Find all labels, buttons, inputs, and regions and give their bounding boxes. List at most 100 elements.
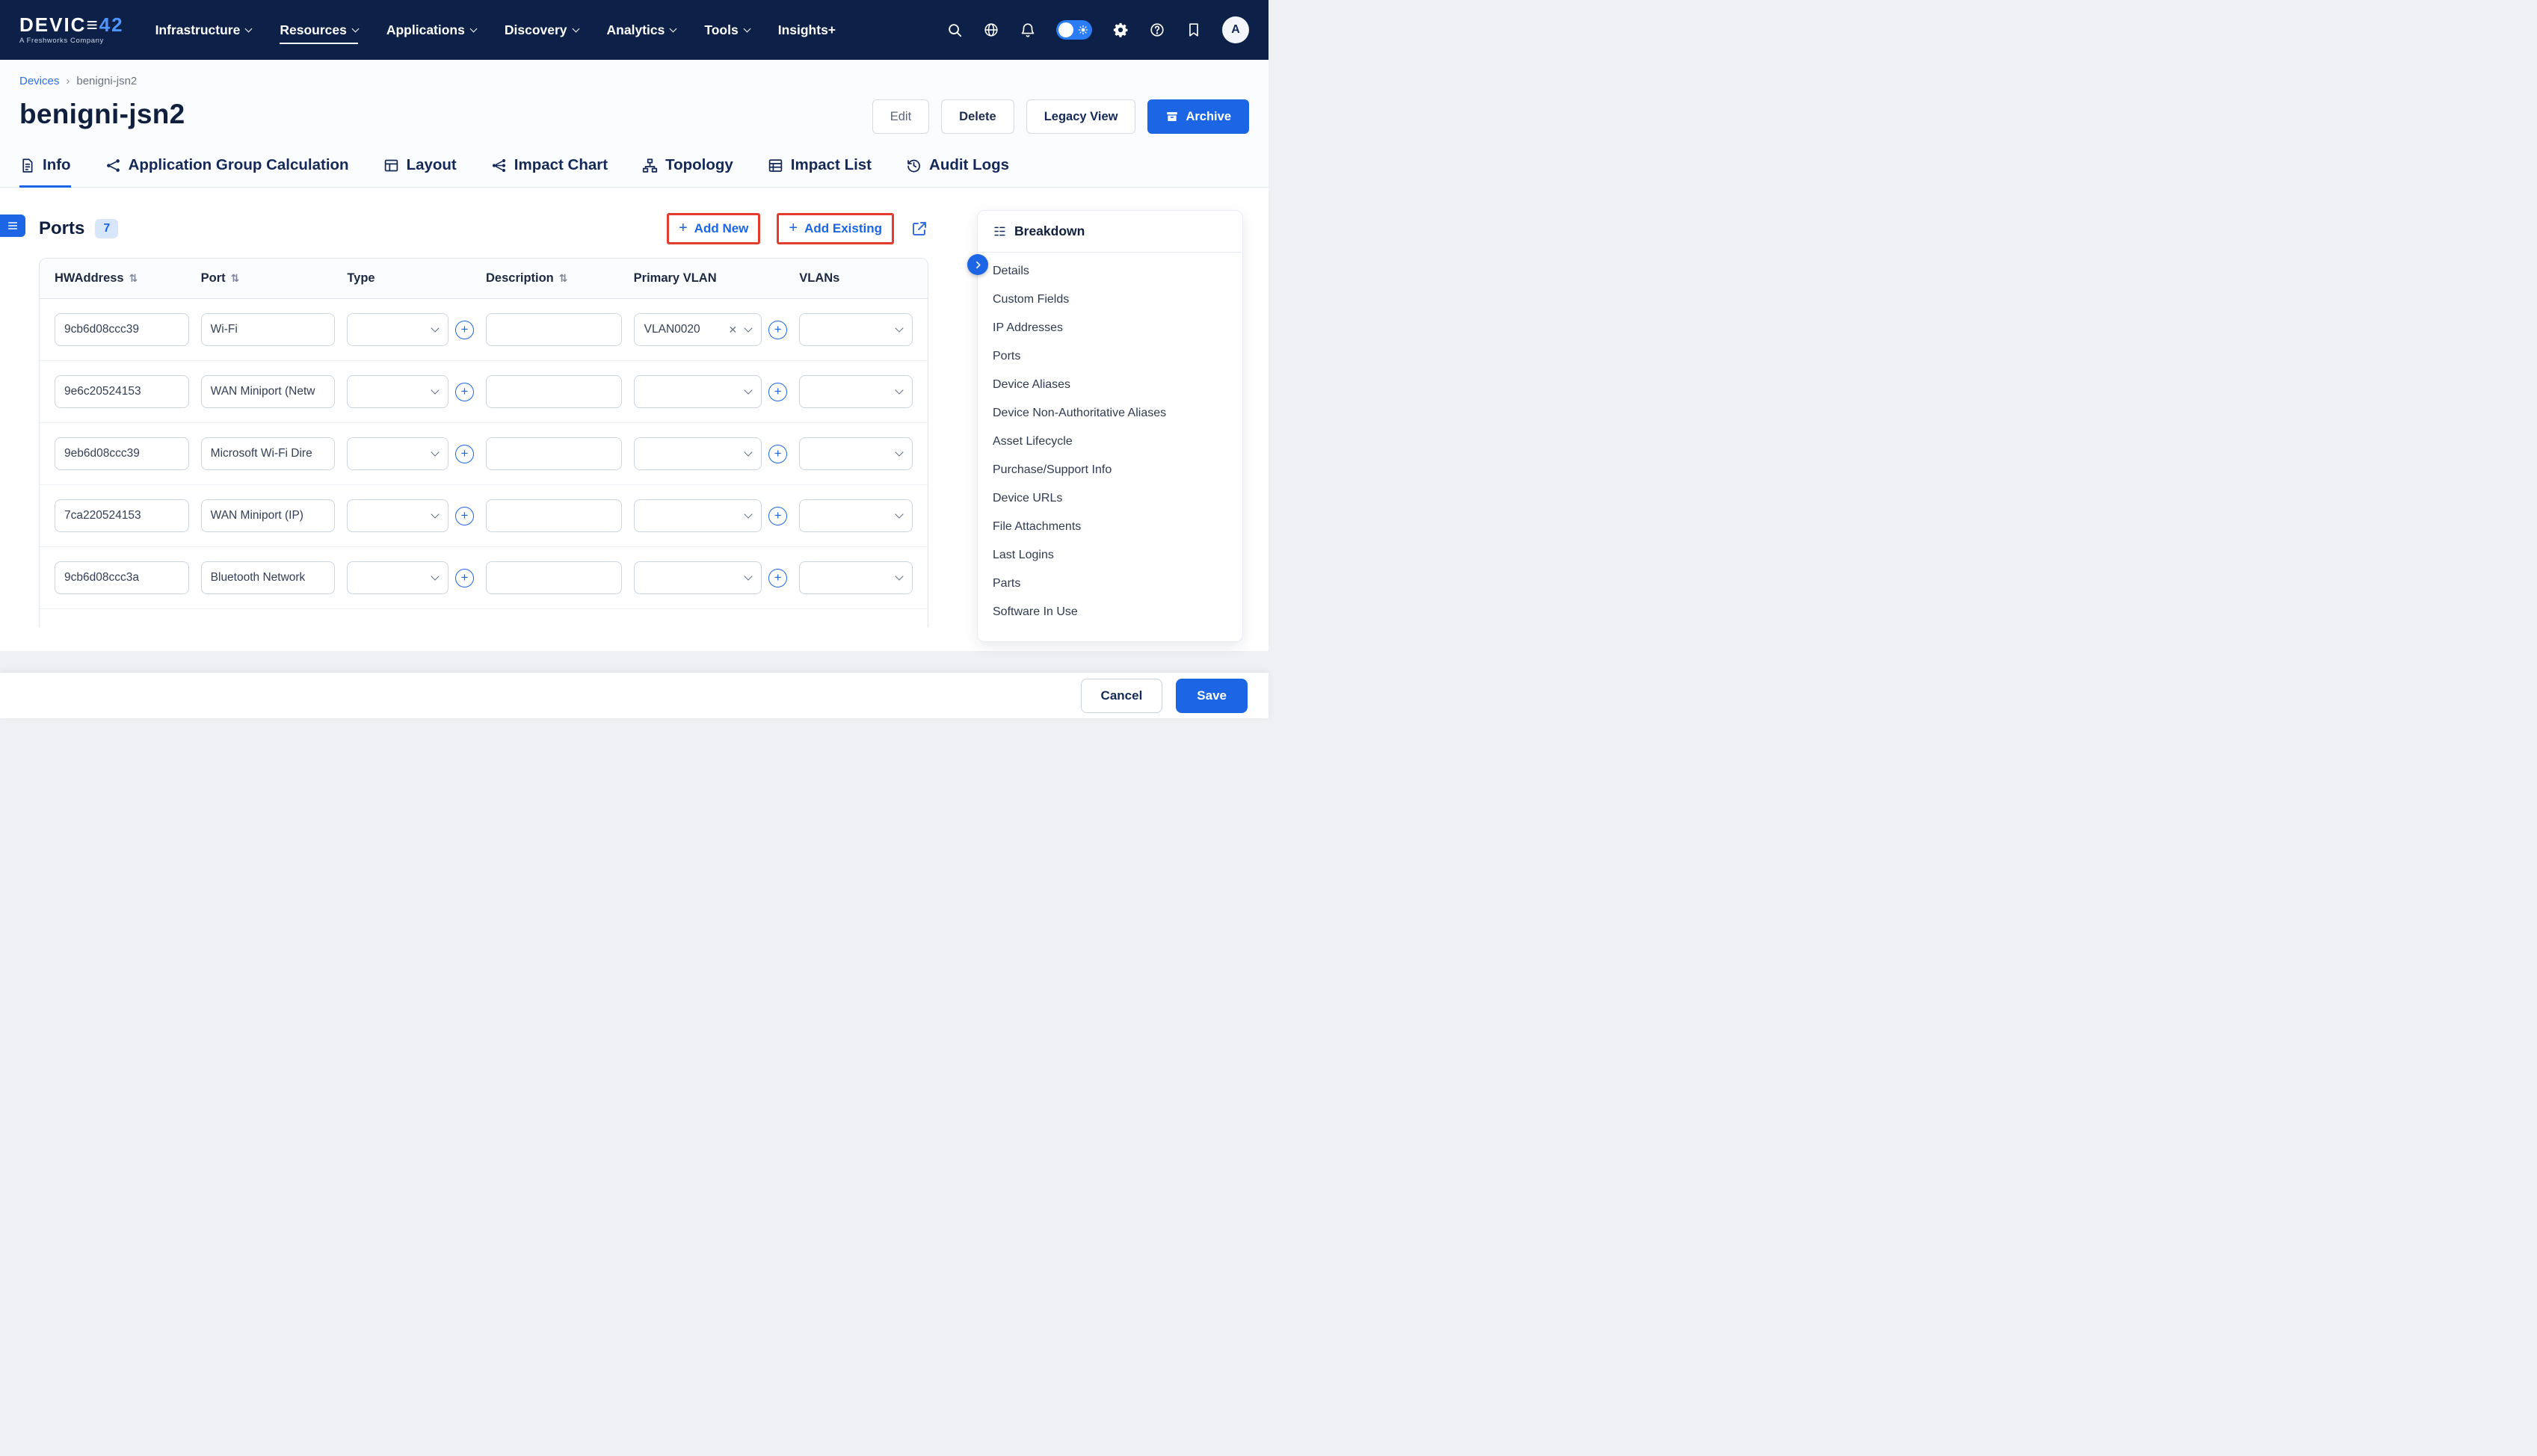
add-type-button[interactable]: + xyxy=(455,445,474,463)
description-input[interactable] xyxy=(486,499,622,532)
add-type-button[interactable]: + xyxy=(455,507,474,525)
type-select[interactable] xyxy=(347,561,448,594)
nav-item-applications[interactable]: Applications xyxy=(386,22,476,44)
column-header-port[interactable]: Port⇅ xyxy=(201,271,336,286)
description-input[interactable] xyxy=(486,375,622,408)
tab-audit-logs[interactable]: Audit Logs xyxy=(906,156,1009,187)
add-vlan-button[interactable]: + xyxy=(768,507,787,525)
legacy-view-button[interactable]: Legacy View xyxy=(1026,99,1136,134)
chevron-down-icon xyxy=(745,324,753,332)
bell-icon[interactable] xyxy=(1020,22,1036,38)
logo-subtitle: A Freshworks Company xyxy=(19,37,124,45)
add-vlan-button[interactable]: + xyxy=(768,321,787,339)
description-input[interactable] xyxy=(486,437,622,470)
main-content: Ports 7 + Add New + Add Existing xyxy=(0,188,1268,651)
tab-info[interactable]: Info xyxy=(19,156,71,187)
vlans-select[interactable] xyxy=(799,313,913,346)
avatar[interactable]: A xyxy=(1222,16,1249,43)
breadcrumb-devices-link[interactable]: Devices xyxy=(19,75,59,87)
add-vlan-button[interactable]: + xyxy=(768,569,787,587)
search-icon[interactable] xyxy=(946,22,963,38)
bookmark-icon[interactable] xyxy=(1186,22,1202,38)
primary-vlan-select[interactable]: VLAN0020✕ xyxy=(634,313,762,346)
help-icon[interactable] xyxy=(1149,22,1165,38)
add-vlan-button[interactable]: + xyxy=(768,445,787,463)
cancel-button[interactable]: Cancel xyxy=(1081,679,1163,713)
column-header-description[interactable]: Description⇅ xyxy=(486,271,622,286)
port-input[interactable] xyxy=(201,561,336,594)
type-select[interactable] xyxy=(347,313,448,346)
breakdown-collapse-button[interactable] xyxy=(967,254,988,275)
external-link-icon[interactable] xyxy=(910,220,928,238)
breakdown-item-purchase-support-info[interactable]: Purchase/Support Info xyxy=(978,456,1242,484)
nav-item-tools[interactable]: Tools xyxy=(704,22,749,44)
hwaddress-input[interactable] xyxy=(55,561,189,594)
breakdown-item-custom-fields[interactable]: Custom Fields xyxy=(978,286,1242,314)
breakdown-item-last-logins[interactable]: Last Logins xyxy=(978,541,1242,570)
breakdown-item-ports[interactable]: Ports xyxy=(978,342,1242,371)
port-input[interactable] xyxy=(201,375,336,408)
nav-item-discovery[interactable]: Discovery xyxy=(505,22,579,44)
description-input[interactable] xyxy=(486,561,622,594)
breakdown-item-file-attachments[interactable]: File Attachments xyxy=(978,513,1242,541)
delete-button[interactable]: Delete xyxy=(941,99,1014,134)
breakdown-item-device-aliases[interactable]: Device Aliases xyxy=(978,371,1242,399)
primary-vlan-select[interactable] xyxy=(634,499,762,532)
type-cell: + xyxy=(347,561,474,594)
tab-impact-chart[interactable]: Impact Chart xyxy=(491,156,608,187)
port-input[interactable] xyxy=(201,313,336,346)
gear-icon[interactable] xyxy=(1112,22,1129,38)
add-type-button[interactable]: + xyxy=(455,569,474,587)
hwaddress-input[interactable] xyxy=(55,313,189,346)
side-panel-toggle[interactable] xyxy=(0,215,25,237)
nav-item-infrastructure[interactable]: Infrastructure xyxy=(155,22,252,44)
vlans-select[interactable] xyxy=(799,375,913,408)
hwaddress-input[interactable] xyxy=(55,437,189,470)
archive-button[interactable]: Archive xyxy=(1147,99,1249,134)
tab-application-group-calculation[interactable]: Application Group Calculation xyxy=(105,156,349,187)
globe-icon[interactable] xyxy=(983,22,999,38)
tab-impact-list[interactable]: Impact List xyxy=(768,156,872,187)
type-select[interactable] xyxy=(347,437,448,470)
breakdown-item-device-non-authoritative-aliases[interactable]: Device Non-Authoritative Aliases xyxy=(978,399,1242,428)
hwaddress-input[interactable] xyxy=(55,499,189,532)
add-new-button[interactable]: + Add New xyxy=(674,218,753,239)
add-existing-button[interactable]: + Add Existing xyxy=(784,218,887,239)
topology-icon xyxy=(642,158,658,173)
clear-icon[interactable]: ✕ xyxy=(729,324,738,336)
save-button[interactable]: Save xyxy=(1176,679,1248,713)
vlans-select[interactable] xyxy=(799,561,913,594)
breadcrumb-current: benigni-jsn2 xyxy=(76,75,137,87)
tab-topology[interactable]: Topology xyxy=(642,156,733,187)
nav-item-insights[interactable]: Insights+ xyxy=(778,22,836,44)
column-header-hwaddress[interactable]: HWAddress⇅ xyxy=(55,271,189,286)
edit-button[interactable]: Edit xyxy=(872,99,929,134)
primary-vlan-select[interactable] xyxy=(634,437,762,470)
description-input[interactable] xyxy=(486,313,622,346)
port-input[interactable] xyxy=(201,437,336,470)
nav-item-resources[interactable]: Resources xyxy=(280,22,358,44)
nav-item-analytics[interactable]: Analytics xyxy=(607,22,676,44)
hwaddress-input[interactable] xyxy=(55,375,189,408)
primary-vlan-select[interactable] xyxy=(634,561,762,594)
port-input[interactable] xyxy=(201,499,336,532)
device42-logo[interactable]: DEVIC≡42 A Freshworks Company xyxy=(19,15,124,45)
breakdown-item-parts[interactable]: Parts xyxy=(978,570,1242,598)
breakdown-item-device-urls[interactable]: Device URLs xyxy=(978,484,1242,513)
vlans-select[interactable] xyxy=(799,437,913,470)
breakdown-item-software-in-use[interactable]: Software In Use xyxy=(978,598,1242,626)
tab-label: Topology xyxy=(665,156,733,174)
chevron-down-icon xyxy=(895,510,903,518)
type-select[interactable] xyxy=(347,499,448,532)
breakdown-item-asset-lifecycle[interactable]: Asset Lifecycle xyxy=(978,428,1242,456)
add-type-button[interactable]: + xyxy=(455,321,474,339)
theme-toggle[interactable] xyxy=(1056,20,1092,40)
type-select[interactable] xyxy=(347,375,448,408)
tab-layout[interactable]: Layout xyxy=(383,156,457,187)
add-type-button[interactable]: + xyxy=(455,383,474,401)
vlans-select[interactable] xyxy=(799,499,913,532)
add-vlan-button[interactable]: + xyxy=(768,383,787,401)
breakdown-item-details[interactable]: Details xyxy=(978,257,1242,286)
primary-vlan-select[interactable] xyxy=(634,375,762,408)
breakdown-item-ip-addresses[interactable]: IP Addresses xyxy=(978,314,1242,342)
